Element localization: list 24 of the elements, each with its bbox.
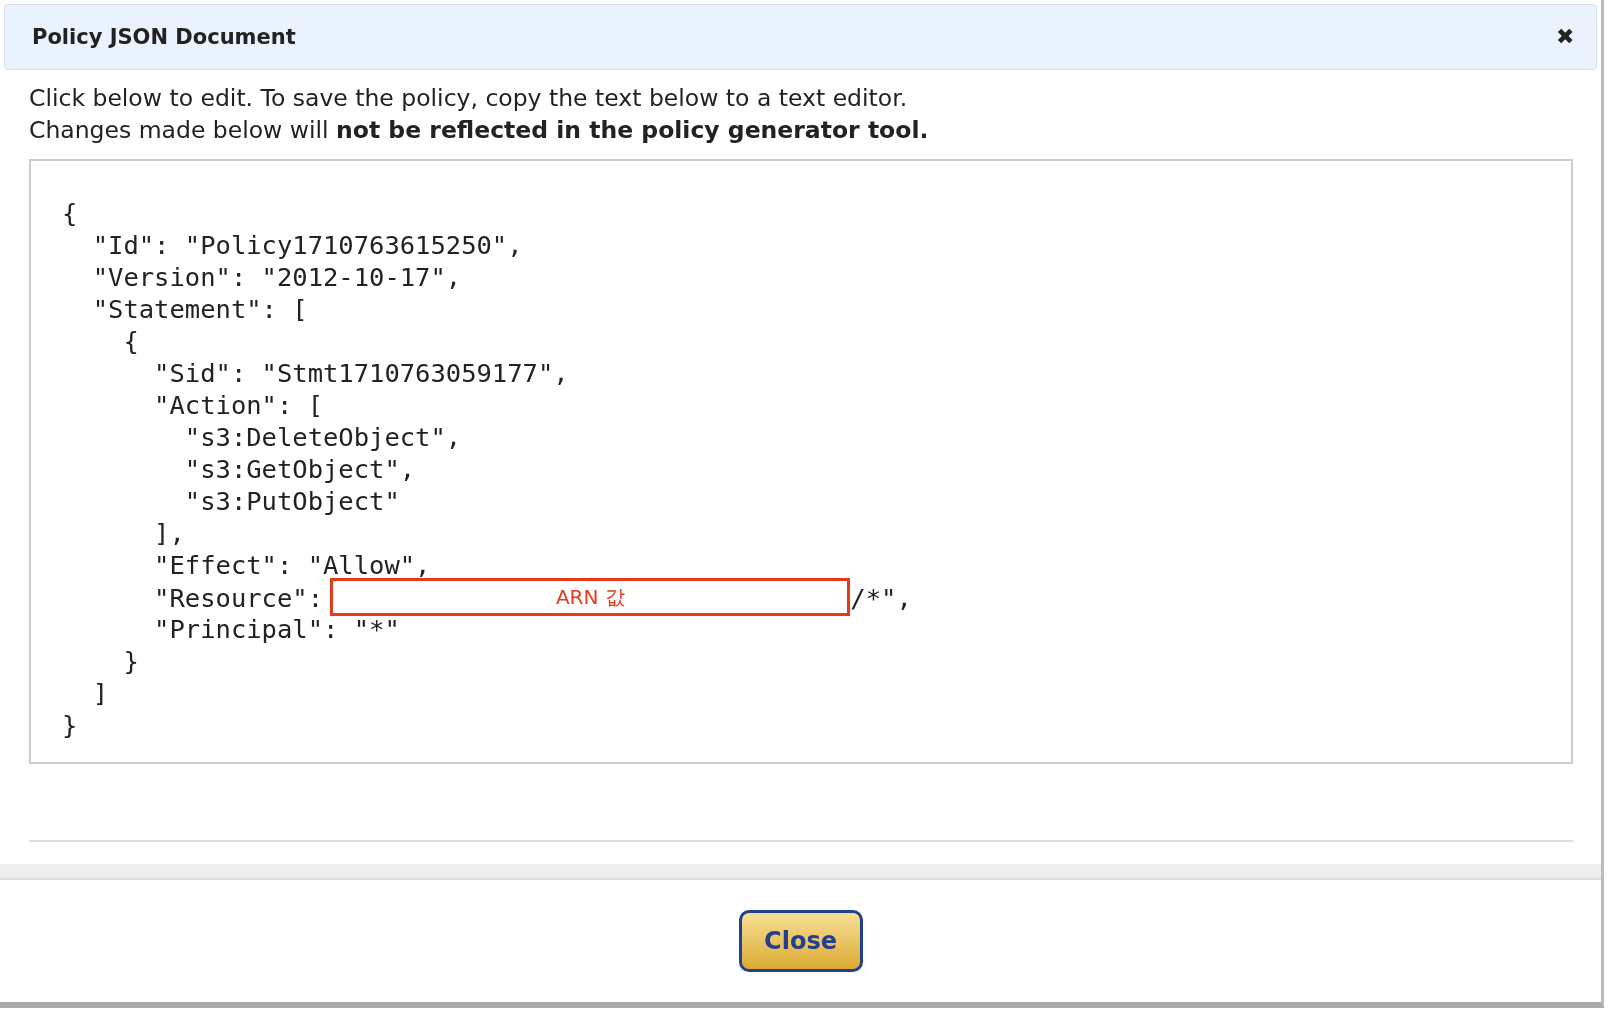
code-line: "Action": [ bbox=[153, 389, 324, 421]
redaction-label: ARN 값 bbox=[330, 578, 851, 616]
code-line: } bbox=[62, 709, 79, 741]
code-line: ], bbox=[153, 517, 186, 549]
code-line: "s3:PutObject" bbox=[183, 485, 401, 517]
code-line: "Effect": "Allow", bbox=[153, 549, 432, 581]
dialog-title: Policy JSON Document bbox=[32, 25, 296, 49]
code-editor[interactable] bbox=[29, 159, 1573, 764]
code-line: "Sid": "Stmt1710763059177", bbox=[153, 357, 570, 389]
code-line: "Id": "Policy1710763615250", bbox=[91, 229, 524, 261]
code-line: { bbox=[122, 325, 140, 357]
close-button[interactable]: Close bbox=[738, 910, 863, 972]
code-line: /*", bbox=[850, 583, 912, 613]
code-line: } bbox=[122, 645, 140, 677]
instruction-text: Changes made below will not be reflected in the policy generator tool. bbox=[29, 115, 930, 146]
code-line: ] bbox=[91, 677, 110, 709]
code-line: { bbox=[62, 197, 79, 229]
code-line: "s3:GetObject", bbox=[183, 453, 417, 485]
code-line: "Version": "2012-10-17", bbox=[91, 261, 463, 293]
code-line: "s3:DeleteObject", bbox=[183, 421, 463, 453]
instruction-text: Click below to edit. To save the policy, copy the text below to a text editor. bbox=[29, 83, 909, 114]
code-line: "Principal": "*" bbox=[153, 613, 401, 645]
code-line: "Statement": [ bbox=[91, 293, 309, 325]
code-line: "Resource": bbox=[153, 583, 324, 613]
